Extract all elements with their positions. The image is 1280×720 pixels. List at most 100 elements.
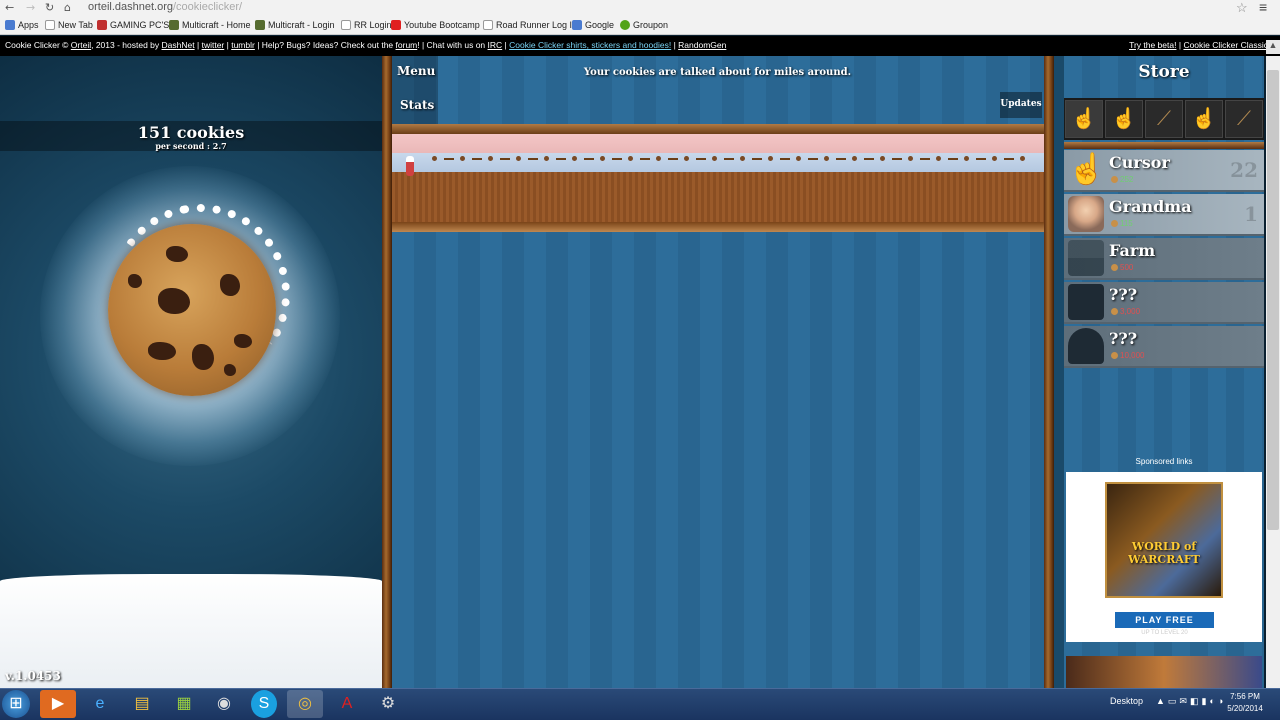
randomgen-link[interactable]: RandomGen: [678, 40, 726, 50]
address-bar[interactable]: orteil.dashnet.org/cookieclicker/: [88, 0, 242, 15]
irc-link[interactable]: IRC: [488, 40, 503, 50]
start-icon[interactable]: ⊞: [2, 690, 30, 718]
right-divider: [1044, 56, 1054, 688]
chocolate-chip: [192, 344, 214, 370]
store-title: Store: [1138, 62, 1190, 82]
updates-button[interactable]: Updates: [1000, 92, 1042, 118]
back-icon[interactable]: ←: [5, 1, 14, 14]
bookmark-youtube-bootcamp[interactable]: Youtube Bootcamp: [391, 20, 480, 30]
product-name: Cursor: [1109, 153, 1170, 172]
chrome-menu-icon[interactable]: ≡: [1259, 0, 1267, 15]
row-wood: [392, 172, 1044, 224]
bookmarks-bar: Apps New Tab GAMING PC'S Multicraft - Ho…: [0, 16, 1280, 35]
system-tray-icons[interactable]: ▲▭✉◧▮◐◑: [1156, 696, 1226, 707]
product-cursor[interactable]: ☝ Cursor 252 22: [1064, 150, 1264, 192]
product-farm[interactable]: Farm 500: [1064, 238, 1264, 280]
product-owned: 22: [1230, 158, 1258, 182]
bookmark-new-tab[interactable]: New Tab: [45, 20, 93, 30]
row-frame-top: [392, 124, 1044, 134]
url-host: orteil.dashnet.org: [88, 1, 173, 13]
desktop-toolbar-label[interactable]: Desktop: [1110, 696, 1143, 706]
url-path: /cookieclicker/: [173, 1, 243, 13]
menu-button[interactable]: Menu: [397, 64, 435, 78]
credit-text: Cookie Clicker ©: [5, 40, 69, 50]
youtube-icon: [391, 20, 401, 30]
cookie-coin-icon: [1111, 352, 1118, 359]
product-locked-1[interactable]: ??? 3,000: [1064, 282, 1264, 324]
steam-icon[interactable]: ◉: [206, 690, 242, 718]
hosted-text: , 2013 - hosted by: [91, 40, 160, 50]
cookie-coin-icon: [1111, 264, 1118, 271]
cursor-upgrade-icon[interactable]: ☝: [1105, 100, 1143, 138]
reload-icon[interactable]: ↻: [45, 1, 54, 14]
product-price: 252: [1111, 175, 1133, 184]
twitter-link[interactable]: twitter: [202, 40, 225, 50]
page-icon: [341, 20, 351, 30]
scrollbar-thumb[interactable]: [1267, 70, 1279, 530]
product-name: ???: [1109, 285, 1138, 304]
shirts-link[interactable]: Cookie Clicker shirts, stickers and hood…: [509, 40, 671, 50]
big-cookie[interactable]: [108, 224, 276, 396]
clock-time[interactable]: 7:56 PM: [1222, 692, 1268, 701]
scroll-up-icon[interactable]: ▲: [1266, 40, 1280, 54]
chocolate-chip: [128, 274, 142, 288]
classic-link[interactable]: Cookie Clicker Classic: [1183, 40, 1268, 50]
ad-subtitle: UP TO LEVEL 20: [1141, 630, 1188, 636]
chocolate-chip: [166, 246, 188, 262]
bookmark-multicraft-home[interactable]: Multicraft - Home: [169, 20, 251, 30]
version-label: v.1.0453: [5, 669, 61, 683]
product-price: 500: [1111, 263, 1133, 272]
internet-explorer-icon[interactable]: e: [82, 690, 118, 718]
store-divider: [1064, 142, 1264, 149]
try-beta-link[interactable]: Try the beta!: [1129, 40, 1176, 50]
tumblr-link[interactable]: tumblr: [231, 40, 255, 50]
bookmark-multicraft-login[interactable]: Multicraft - Login: [255, 20, 335, 30]
home-icon[interactable]: ⌂: [64, 1, 71, 14]
chocolate-chip: [148, 342, 176, 360]
play-free-button[interactable]: PLAY FREE: [1115, 612, 1214, 628]
browser-toolbar: ← → ↻ ⌂ orteil.dashnet.org/cookieclicker…: [0, 0, 1280, 16]
clock-date[interactable]: 5/20/2014: [1222, 704, 1268, 713]
bookmark-gaming-pcs[interactable]: GAMING PC'S: [97, 20, 169, 30]
bookmark-apps[interactable]: Apps: [5, 20, 39, 30]
bookmark-rr-login[interactable]: RR Login: [341, 20, 392, 30]
rolling-pin-upgrade-icon[interactable]: ⟋: [1225, 100, 1263, 138]
minecraft-icon[interactable]: ▦: [166, 690, 202, 718]
cookie-coin-icon: [1111, 308, 1118, 315]
ad-banner-2[interactable]: [1066, 656, 1262, 688]
row-frame-bottom: [392, 222, 1044, 232]
adobe-icon[interactable]: A: [329, 690, 365, 718]
product-name: ???: [1109, 329, 1138, 348]
app-icon[interactable]: ⚙: [370, 690, 406, 718]
product-price: 3,000: [1111, 307, 1140, 316]
page-icon: [45, 20, 55, 30]
forum-link[interactable]: forum: [396, 40, 418, 50]
rolling-pin-upgrade-icon[interactable]: ⟋: [1145, 100, 1183, 138]
author-link[interactable]: Orteil: [71, 40, 91, 50]
page-icon: [483, 20, 493, 30]
product-price: 10,000: [1111, 351, 1144, 360]
bookmark-star-icon[interactable]: ☆: [1236, 0, 1248, 16]
store-gap: [1054, 56, 1064, 688]
skype-icon[interactable]: S: [251, 690, 277, 718]
upgrades-bar: ☝ ☝ ⟋ ☝ ⟋: [1064, 98, 1264, 140]
apps-grid-icon: [5, 20, 15, 30]
multicraft-icon: [255, 20, 265, 30]
product-locked-2[interactable]: ??? 10,000: [1064, 326, 1264, 368]
chrome-icon[interactable]: ◎: [287, 690, 323, 718]
bookmark-groupon[interactable]: Groupon: [620, 20, 668, 30]
product-grandma[interactable]: Grandma 115 1: [1064, 194, 1264, 236]
stats-button[interactable]: Stats: [400, 98, 434, 112]
cursor-icon: ☝: [1068, 153, 1106, 186]
bookmark-google[interactable]: Google: [572, 20, 614, 30]
dashnet-link[interactable]: DashNet: [162, 40, 195, 50]
farm-icon: [1068, 240, 1104, 276]
cursor-upgrade-icon[interactable]: ☝: [1185, 100, 1223, 138]
game-top-bar: Cookie Clicker © Orteil, 2013 - hosted b…: [0, 36, 1280, 56]
bookmark-road-runner[interactable]: Road Runner Log In: [483, 20, 577, 30]
cursor-upgrade-icon[interactable]: ☝: [1065, 100, 1103, 138]
separator: |: [504, 40, 507, 50]
media-player-icon[interactable]: ▶: [40, 690, 76, 718]
forward-icon[interactable]: →: [26, 1, 35, 14]
file-explorer-icon[interactable]: ▤: [124, 690, 160, 718]
